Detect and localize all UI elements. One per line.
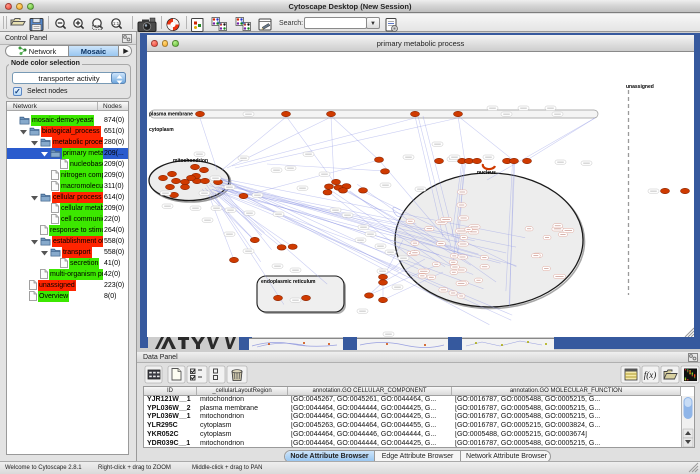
svg-text:unassigned: unassigned — [626, 84, 654, 90]
svg-text:f(x): f(x) — [644, 370, 657, 380]
svg-text:mitochondrion: mitochondrion — [173, 158, 208, 164]
svg-text:endoplasmic reticulum: endoplasmic reticulum — [261, 279, 316, 285]
svg-text:nucleus: nucleus — [477, 170, 496, 176]
svg-text:1:1: 1:1 — [113, 21, 120, 26]
svg-text:cytoplasm: cytoplasm — [149, 127, 174, 133]
svg-text:plasma membrane: plasma membrane — [149, 112, 193, 118]
